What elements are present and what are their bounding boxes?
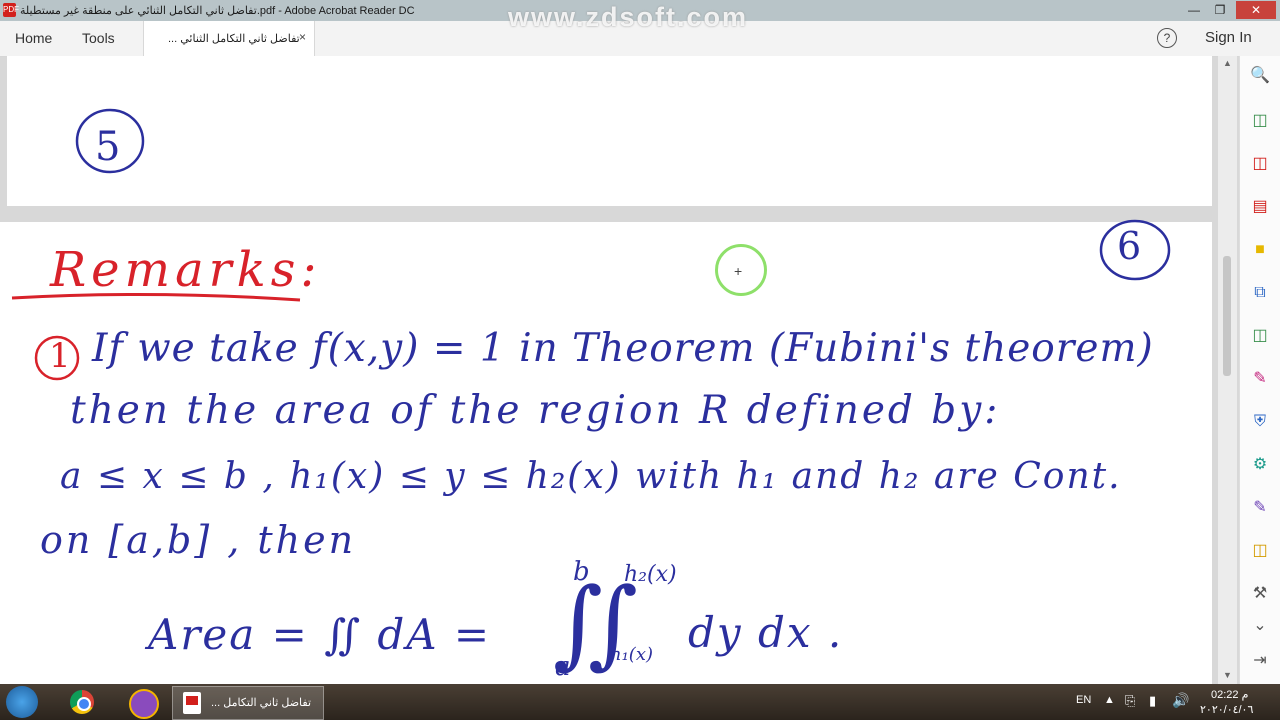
close-tab-icon[interactable]: × <box>299 30 306 44</box>
scrollbar-thumb[interactable] <box>1223 256 1231 376</box>
restore-icon[interactable]: ❐ <box>1207 1 1233 19</box>
edit-pdf-icon[interactable]: ✎ <box>1250 498 1270 518</box>
zoom-icon[interactable]: 🔍 <box>1250 66 1270 86</box>
document-tab[interactable]: ... تفاضل ثاني التكامل الثنائي × <box>143 21 315 56</box>
remark-line-4: on [a,b] , then <box>40 518 357 562</box>
home-tab[interactable]: Home <box>15 30 52 46</box>
compress-icon[interactable]: ◫ <box>1250 326 1270 346</box>
scroll-down-icon[interactable]: ▼ <box>1218 670 1237 680</box>
tools-tab[interactable]: Tools <box>82 30 115 46</box>
battery-icon[interactable]: ▮ <box>1149 693 1156 709</box>
acrobat-taskbar-icon <box>183 692 201 714</box>
lower-limit-a: a <box>555 652 571 682</box>
start-button[interactable] <box>6 686 38 718</box>
item-number: 1 <box>49 336 71 376</box>
wrench-icon[interactable]: ⚒ <box>1250 584 1270 604</box>
clock-date[interactable]: ٢٠٢٠/٠٤/٠٦ <box>1200 703 1253 716</box>
combine-files-icon[interactable]: ⧉ <box>1250 283 1270 303</box>
expand-icon[interactable]: ⌄ <box>1250 616 1270 636</box>
clock-time[interactable]: 02:22 م <box>1211 688 1248 701</box>
heading-underline <box>11 292 301 302</box>
page-number-6: 6 <box>1117 224 1142 268</box>
crosshair-cursor-icon: + <box>734 263 743 279</box>
taskbar: ... تفاضل ثاني التكامل EN ▲ ⎘ ▮ 🔊 02:22 … <box>0 684 1280 720</box>
upper-limit-b: b <box>573 557 590 587</box>
pdf-app-icon: PDF <box>3 3 19 17</box>
comment-icon[interactable]: ■ <box>1250 240 1270 260</box>
remark-line-3: a ≤ x ≤ b , h₁(x) ≤ y ≤ h₂(x) with h₁ an… <box>60 456 1122 497</box>
tools-sidebar: 🔍 ◫ ◫ ▤ ■ ⧉ ◫ ✎ ⛨ ⚙ ✎ ◫ ⚒ ⌄ ⇥ <box>1239 56 1280 684</box>
chrome-icon[interactable] <box>62 687 102 717</box>
collapse-panel-icon[interactable]: ⇥ <box>1250 651 1270 671</box>
page-number-5: 5 <box>95 124 121 170</box>
taskbar-app-label: ... تفاضل ثاني التكامل <box>211 697 312 709</box>
remark-line-2: then the area of the region R defined by… <box>70 388 1001 433</box>
taskbar-acrobat-app[interactable]: ... تفاضل ثاني التكامل <box>172 686 324 720</box>
protect-icon[interactable]: ⛨ <box>1250 412 1270 432</box>
sign-in-link[interactable]: Sign In <box>1205 29 1252 46</box>
upper-limit-h2: h₂(x) <box>624 562 677 587</box>
export-pdf-icon[interactable]: ◫ <box>1250 111 1270 131</box>
network-icon[interactable]: ⎘ <box>1125 693 1135 709</box>
close-window-icon[interactable]: ✕ <box>1236 1 1276 19</box>
volume-icon[interactable]: 🔊 <box>1172 692 1189 709</box>
vertical-scrollbar[interactable]: ▲ ▼ <box>1218 56 1237 684</box>
formula-left: Area = ∬ dA = <box>148 610 492 659</box>
more-tools-icon[interactable]: ◫ <box>1250 541 1270 561</box>
lower-limit-h1: h₁(x) <box>610 644 654 665</box>
pdf-page-6: 6 Remarks: 1 If we take f(x,y) = 1 in Th… <box>0 219 1212 684</box>
watermark: www.zdsoft.com <box>508 2 749 32</box>
send-for-review-icon[interactable]: ⚙ <box>1250 455 1270 475</box>
scroll-up-icon[interactable]: ▲ <box>1218 58 1237 68</box>
organize-pages-icon[interactable]: ▤ <box>1250 197 1270 217</box>
document-tab-label: ... تفاضل ثاني التكامل الثنائي <box>168 33 300 45</box>
fill-sign-icon[interactable]: ✎ <box>1250 369 1270 389</box>
minimize-icon[interactable]: — <box>1181 1 1207 19</box>
pdf-page-5: 5 <box>7 56 1212 206</box>
language-indicator[interactable]: EN <box>1076 694 1091 706</box>
browser-app-icon[interactable] <box>122 687 162 719</box>
window-title: تفاضل ثاني التكامل الثنائي على منطقة غير… <box>20 5 415 17</box>
help-icon[interactable]: ? <box>1157 28 1177 48</box>
create-pdf-icon[interactable]: ◫ <box>1250 154 1270 174</box>
integrand: dy dx . <box>688 608 844 657</box>
tray-expand-icon[interactable]: ▲ <box>1104 694 1115 706</box>
remark-line-1: If we take f(x,y) = 1 in Theorem (Fubini… <box>92 326 1154 371</box>
